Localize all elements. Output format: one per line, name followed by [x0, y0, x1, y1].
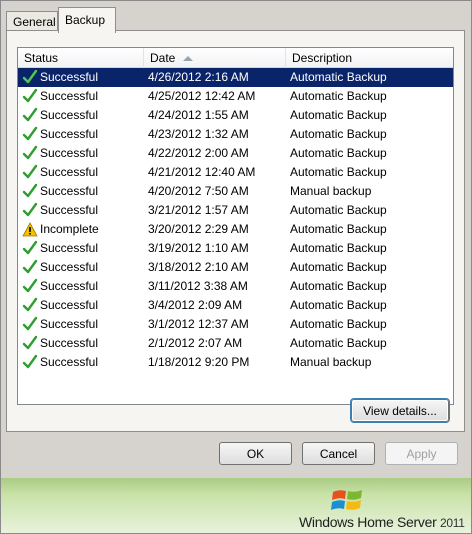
- cancel-button[interactable]: Cancel: [302, 442, 375, 465]
- check-icon: [22, 202, 38, 217]
- tab-general[interactable]: General: [6, 11, 58, 32]
- product-name: Windows Home Server 2011: [299, 514, 465, 530]
- list-rows: Successful 4/26/2012 2:16 AM Automatic Bac…: [18, 68, 453, 372]
- check-icon: [22, 316, 38, 331]
- check-icon: [22, 107, 38, 122]
- status-text: Successful: [40, 108, 99, 122]
- table-row[interactable]: Successful 2/1/2012 2:07 AM Automatic Back…: [18, 334, 453, 353]
- windows-logo-icon: [331, 490, 362, 510]
- date-cell: 4/22/2012 2:00 AM: [148, 146, 249, 160]
- warning-icon: [22, 222, 38, 237]
- check-icon: [22, 297, 38, 312]
- status-text: Successful: [40, 279, 99, 293]
- table-row[interactable]: Successful 3/21/2012 1:57 AM Automatic Bac…: [18, 201, 453, 220]
- column-header-date[interactable]: Date: [144, 48, 286, 68]
- date-cell: 3/4/2012 2:09 AM: [148, 298, 243, 312]
- description-cell: Automatic Backup: [290, 127, 387, 141]
- status-text: Successful: [40, 260, 99, 274]
- backup-tab-panel: Status Date Description Successful 4/26/2…: [6, 30, 465, 432]
- date-cell: 3/11/2012 3:38 AM: [148, 279, 248, 293]
- date-cell: 4/20/2012 7:50 AM: [148, 184, 249, 198]
- table-row[interactable]: Successful 4/26/2012 2:16 AM Automatic Bac…: [18, 68, 453, 87]
- check-icon: [22, 240, 38, 255]
- table-row[interactable]: Successful 4/22/2012 2:00 AM Automatic Bac…: [18, 144, 453, 163]
- table-row[interactable]: Incomplete 3/20/2012 2:29 AM Automatic Bac…: [18, 220, 453, 239]
- date-cell: 4/25/2012 12:42 AM: [148, 89, 256, 103]
- backup-history-list[interactable]: Status Date Description Successful 4/26/2…: [17, 47, 454, 405]
- list-header: Status Date Description: [18, 48, 453, 68]
- status-text: Successful: [40, 70, 99, 84]
- backup-properties-window: General Backup Status Date Description S…: [0, 0, 472, 534]
- ok-button[interactable]: OK: [219, 442, 292, 465]
- description-cell: Automatic Backup: [290, 108, 387, 122]
- column-header-status[interactable]: Status: [18, 48, 144, 68]
- check-icon: [22, 88, 38, 103]
- table-row[interactable]: Successful 4/20/2012 7:50 AM Manual backup: [18, 182, 453, 201]
- table-row[interactable]: Successful 4/23/2012 1:32 AM Automatic Bac…: [18, 125, 453, 144]
- check-icon: [22, 164, 38, 179]
- description-cell: Automatic Backup: [290, 241, 387, 255]
- status-text: Successful: [40, 203, 99, 217]
- description-cell: Automatic Backup: [290, 298, 387, 312]
- date-cell: 4/21/2012 12:40 AM: [148, 165, 256, 179]
- status-text: Incomplete: [40, 222, 99, 236]
- column-header-description[interactable]: Description: [286, 48, 453, 68]
- apply-button[interactable]: Apply: [385, 442, 458, 465]
- date-cell: 3/1/2012 12:37 AM: [148, 317, 249, 331]
- date-cell: 3/21/2012 1:57 AM: [148, 203, 249, 217]
- check-icon: [22, 69, 38, 84]
- table-row[interactable]: Successful 4/24/2012 1:55 AM Automatic Bac…: [18, 106, 453, 125]
- status-text: Successful: [40, 89, 99, 103]
- date-cell: 4/24/2012 1:55 AM: [148, 108, 249, 122]
- table-row[interactable]: Successful 4/21/2012 12:40 AM Automatic Ba…: [18, 163, 453, 182]
- status-text: Successful: [40, 298, 99, 312]
- table-row[interactable]: Successful 4/25/2012 12:42 AM Automatic Ba…: [18, 87, 453, 106]
- check-icon: [22, 259, 38, 274]
- view-details-button[interactable]: View details...: [351, 399, 449, 422]
- date-cell: 2/1/2012 2:07 AM: [148, 336, 243, 350]
- table-row[interactable]: Successful 3/18/2012 2:10 AM Automatic Bac…: [18, 258, 453, 277]
- table-row[interactable]: Successful 3/4/2012 2:09 AM Automatic Back…: [18, 296, 453, 315]
- description-cell: Automatic Backup: [290, 317, 387, 331]
- status-text: Successful: [40, 241, 99, 255]
- description-cell: Automatic Backup: [290, 222, 387, 236]
- description-cell: Automatic Backup: [290, 279, 387, 293]
- status-text: Successful: [40, 146, 99, 160]
- description-cell: Manual backup: [290, 184, 372, 198]
- date-cell: 4/23/2012 1:32 AM: [148, 127, 249, 141]
- tab-backup[interactable]: Backup: [58, 7, 116, 33]
- description-cell: Automatic Backup: [290, 165, 387, 179]
- status-text: Successful: [40, 317, 99, 331]
- table-row[interactable]: Successful 3/1/2012 12:37 AM Automatic Bac…: [18, 315, 453, 334]
- check-icon: [22, 145, 38, 160]
- check-icon: [22, 126, 38, 141]
- description-cell: Automatic Backup: [290, 336, 387, 350]
- check-icon: [22, 278, 38, 293]
- description-cell: Automatic Backup: [290, 203, 387, 217]
- check-icon: [22, 183, 38, 198]
- date-cell: 3/18/2012 2:10 AM: [148, 260, 249, 274]
- date-cell: 4/26/2012 2:16 AM: [148, 70, 249, 84]
- description-cell: Automatic Backup: [290, 146, 387, 160]
- description-cell: Manual backup: [290, 355, 372, 369]
- status-text: Successful: [40, 355, 99, 369]
- table-row[interactable]: Successful 1/18/2012 9:20 PM Manual backup: [18, 353, 453, 372]
- status-text: Successful: [40, 184, 99, 198]
- description-cell: Automatic Backup: [290, 260, 387, 274]
- check-icon: [22, 335, 38, 350]
- status-text: Successful: [40, 336, 99, 350]
- sort-ascending-icon: [183, 56, 194, 62]
- date-cell: 3/19/2012 1:10 AM: [148, 241, 249, 255]
- table-row[interactable]: Successful 3/19/2012 1:10 AM Automatic Bac…: [18, 239, 453, 258]
- table-row[interactable]: Successful 3/11/2012 3:38 AM Automatic Bac…: [18, 277, 453, 296]
- date-cell: 3/20/2012 2:29 AM: [148, 222, 249, 236]
- description-cell: Automatic Backup: [290, 70, 387, 84]
- status-text: Successful: [40, 127, 99, 141]
- branding-banner: Windows Home Server 2011: [1, 478, 471, 533]
- check-icon: [22, 354, 38, 369]
- date-cell: 1/18/2012 9:20 PM: [148, 355, 250, 369]
- description-cell: Automatic Backup: [290, 89, 387, 103]
- status-text: Successful: [40, 165, 99, 179]
